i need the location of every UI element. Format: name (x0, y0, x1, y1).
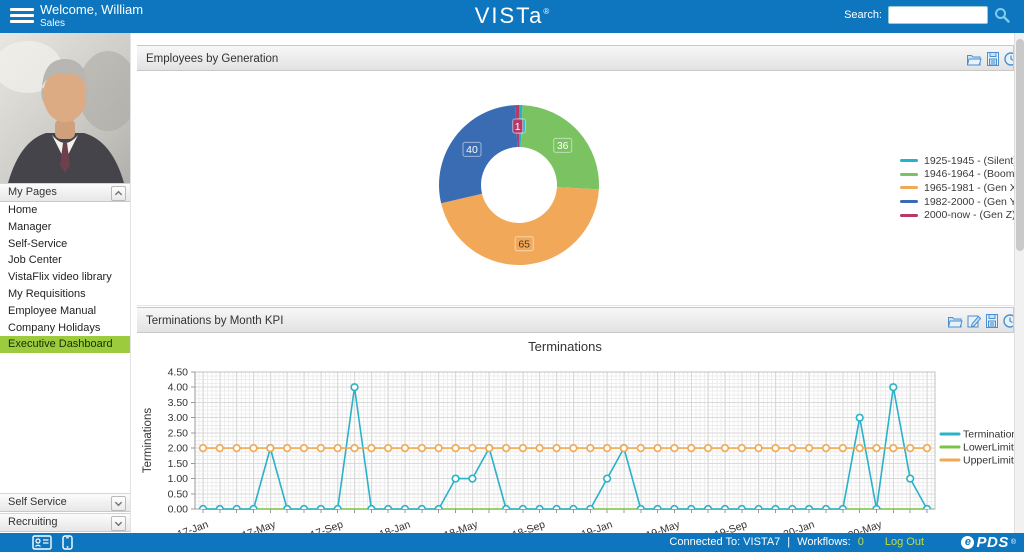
main-content: Employees by Generation 1 (137, 33, 1014, 533)
registered-mark: ® (1011, 539, 1016, 546)
workflows-label: Workflows: (797, 536, 851, 548)
sidebar-menu: Home Manager Self-Service Job Center Vis… (0, 202, 130, 353)
connected-to-text: Connected To: VISTA7 (669, 536, 780, 548)
chevron-up-icon[interactable] (111, 186, 126, 201)
svg-text:1.00: 1.00 (168, 473, 189, 485)
sidebar-item-home[interactable]: Home (0, 202, 130, 219)
vertical-scrollbar[interactable] (1014, 33, 1024, 533)
accordion-my-pages[interactable]: My Pages (0, 183, 130, 202)
panel-employees-body: 13665401 1925-1945 - (Silent) 1946-1964 … (137, 71, 1014, 306)
connection-status: Connected To: VISTA7 | Workflows: 0 Log … (669, 536, 924, 548)
chevron-down-icon[interactable] (111, 516, 126, 531)
chevron-down-icon[interactable] (111, 496, 126, 511)
svg-text:36: 36 (557, 140, 569, 152)
sidebar-item-vistaflix[interactable]: VistaFlix video library (0, 269, 130, 286)
legend-item-silent: 1925-1945 - (Silent) (900, 154, 1014, 168)
svg-text:0.00: 0.00 (168, 504, 189, 516)
svg-text:4.00: 4.00 (168, 382, 189, 394)
sidebar-item-my-requisitions[interactable]: My Requisitions (0, 286, 130, 303)
svg-text:2.50: 2.50 (168, 427, 189, 439)
svg-text:UpperLimit: UpperLimit (963, 455, 1014, 467)
search-icon[interactable] (994, 7, 1010, 23)
accordion-self-service[interactable]: Self Service (0, 493, 130, 512)
save-document-icon[interactable] (984, 313, 1000, 329)
employees-donut-chart: 13665401 (419, 96, 619, 274)
separator: | (787, 536, 790, 548)
sidebar-item-executive-dashboard[interactable]: Executive Dashboard (0, 336, 130, 353)
donut-legend: 1925-1945 - (Silent) 1946-1964 - (Boomer… (900, 154, 1014, 222)
registered-mark: ® (543, 7, 549, 16)
profile-photo (0, 33, 130, 183)
accordion-my-pages-label: My Pages (8, 186, 57, 198)
svg-text:1: 1 (515, 121, 521, 133)
accordion-self-service-label: Self Service (8, 496, 67, 508)
panel-terminations-header: Terminations by Month KPI (137, 307, 1014, 333)
search-label: Search: (844, 9, 882, 21)
panel-terminations-body: 0.00 0.50 1.00 1.50 2.00 2.50 3.00 3.50 4.00 4.50… (137, 333, 1014, 535)
accordion-recruiting-label: Recruiting (8, 516, 58, 528)
legend-item-genx: 1965-1981 - (Gen X) (900, 181, 1014, 195)
svg-text:1.50: 1.50 (168, 458, 189, 470)
search-input[interactable] (888, 6, 988, 24)
vista-app: Welcome, William Sales VISTa® Search: (0, 0, 1024, 552)
top-header-bar: Welcome, William Sales VISTa® Search: (0, 0, 1024, 33)
panel-terminations-title: Terminations by Month KPI (146, 315, 283, 327)
svg-text:3.00: 3.00 (168, 412, 189, 424)
open-folder-icon[interactable] (966, 51, 982, 67)
panel-employees-header: Employees by Generation (137, 45, 1014, 71)
sidebar-item-manager[interactable]: Manager (0, 219, 130, 236)
scrollbar-thumb[interactable] (1016, 39, 1024, 251)
sidebar-item-employee-manual[interactable]: Employee Manual (0, 303, 130, 320)
svg-text:LowerLimit: LowerLimit (963, 442, 1014, 454)
pds-logo-text: PDS (976, 534, 1008, 551)
svg-text:3.50: 3.50 (168, 397, 189, 409)
pds-logo[interactable]: e PDS ® (961, 534, 1016, 551)
clock-icon[interactable] (1002, 313, 1014, 329)
save-document-icon[interactable] (985, 51, 1001, 67)
svg-text:40: 40 (466, 144, 478, 156)
workflows-count[interactable]: 0 (858, 536, 864, 548)
mobile-device-icon[interactable] (62, 535, 73, 550)
sidebar-item-job-center[interactable]: Job Center (0, 252, 130, 269)
panel-employees-by-generation: Employees by Generation 1 (137, 45, 1014, 306)
svg-text:4.50: 4.50 (168, 367, 189, 379)
svg-text:Terminations: Terminations (528, 339, 602, 354)
edit-icon[interactable] (966, 313, 982, 329)
svg-text:Terminations: Terminations (142, 408, 154, 473)
open-folder-icon[interactable] (947, 313, 963, 329)
panel-employees-title: Employees by Generation (146, 53, 278, 65)
search-area: Search: (844, 6, 1010, 24)
svg-text:65: 65 (518, 239, 530, 251)
sidebar-item-self-service[interactable]: Self-Service (0, 236, 130, 253)
pds-e-icon: e (961, 536, 974, 549)
sidebar-item-company-holidays[interactable]: Company Holidays (0, 320, 130, 337)
id-card-icon[interactable] (32, 535, 52, 550)
svg-text:Termination: Termination (963, 429, 1014, 441)
legend-item-geny: 1982-2000 - (Gen Y) (900, 195, 1014, 209)
footer-bar: Connected To: VISTA7 | Workflows: 0 Log … (0, 533, 1024, 552)
panel-terminations-kpi: Terminations by Month KPI (137, 307, 1014, 535)
clock-icon[interactable] (1003, 51, 1014, 67)
sidebar: My Pages Home Manager Self-Service Job C… (0, 33, 131, 533)
legend-item-genz: 2000-now - (Gen Z) (900, 208, 1014, 222)
terminations-line-chart: 0.00 0.50 1.00 1.50 2.00 2.50 3.00 3.50 4.00 4.50… (137, 333, 1014, 535)
logout-link[interactable]: Log Out (885, 536, 924, 548)
svg-text:0.50: 0.50 (168, 488, 189, 500)
legend-item-boomer: 1946-1964 - (Boomer) (900, 168, 1014, 182)
accordion-recruiting[interactable]: Recruiting (0, 513, 130, 532)
svg-text:2.00: 2.00 (168, 443, 189, 455)
